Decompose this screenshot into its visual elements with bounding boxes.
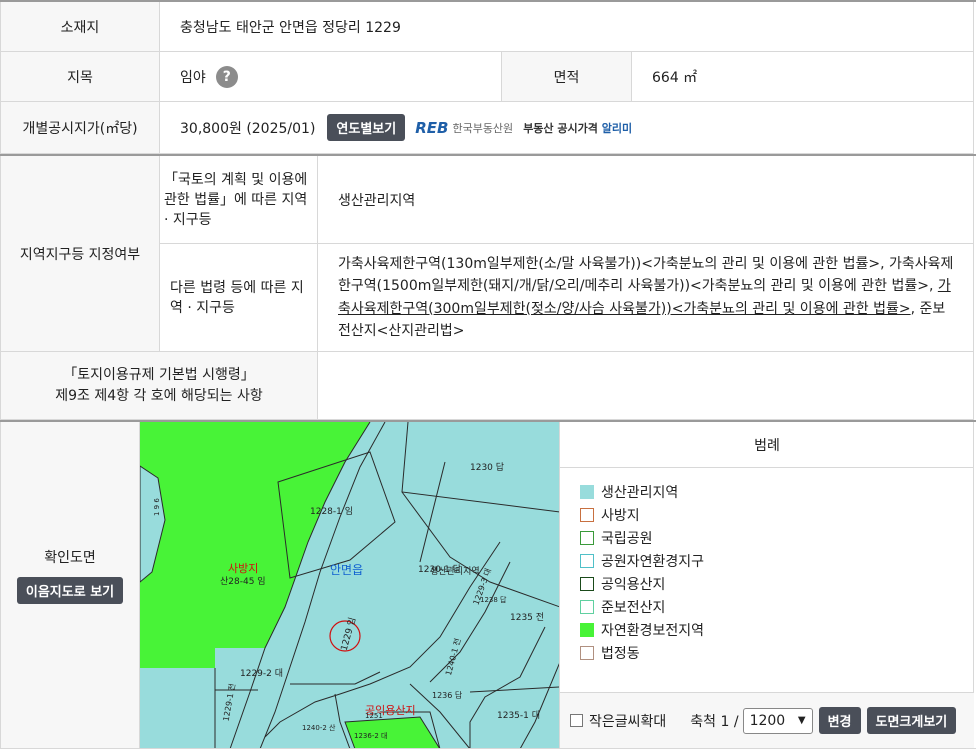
zoning-sub1-label: 「국토의 계획 및 이용에 관한 법률」에 따른 지역 · 지구등	[160, 156, 318, 244]
label-1238: 1238 답	[480, 595, 507, 604]
scale-change-button[interactable]: 변경	[818, 707, 861, 734]
price-text: 30,800원 (2025/01)	[180, 120, 316, 137]
reb-name: 한국부동산원	[452, 121, 514, 135]
legend-item: 준보전산지	[580, 595, 704, 618]
label-left-number: 1 9 6	[153, 498, 161, 516]
legend-swatch	[580, 645, 594, 660]
zoning-label-text: 지역지구등 지정여부	[19, 246, 141, 263]
legend-item: 공익용산지	[580, 572, 704, 595]
land-category-label-text: 지목	[67, 69, 93, 86]
reb-price-link[interactable]: REB 한국부동산원 부동산 공시가격 알리미	[415, 119, 632, 137]
yearly-view-button[interactable]: 연도별보기	[327, 114, 406, 141]
scale-value: 1200	[749, 712, 786, 729]
label-saengsan: 생산관리지역	[430, 566, 480, 577]
legend-title: 범례	[560, 422, 974, 468]
label-1228-1: 1228-1 임	[310, 505, 353, 517]
land-category-label: 지목	[0, 52, 160, 102]
price-value: 30,800원 (2025/01) 연도별보기 REB 한국부동산원 부동산 공…	[160, 102, 974, 154]
label-1236: 1236 답	[432, 690, 463, 700]
legend-item: 사방지	[580, 503, 704, 526]
label-anmyeon: 안면읍	[330, 563, 363, 577]
label-1240-2: 1240-2 산	[302, 723, 336, 732]
label-sabangji: 사방지	[228, 562, 258, 575]
price-label: 개별공시지가(㎡당)	[0, 102, 160, 154]
area-text: 664 ㎡	[652, 69, 698, 86]
location-label-text: 소재지	[60, 19, 100, 36]
regulation-value	[318, 352, 974, 420]
legend-item: 법정동	[580, 641, 704, 664]
reb-service-name: 부동산 공시가격 알리미	[523, 120, 632, 136]
scale-label: 축척 1 /	[690, 713, 739, 730]
cadastral-map[interactable]: 1230 답 1228-1 임 1229 임 사방지 산28-45 임 안면읍 …	[140, 422, 560, 749]
legend-swatch	[580, 553, 594, 568]
zoning-sub2-paragraph: 가축사육제한구역(130m일부제한(소/말 사육불가))<가축분뇨의 관리 및 …	[338, 253, 955, 343]
legend-swatch	[580, 484, 594, 499]
open-map-button[interactable]: 이음지도로 보기	[16, 576, 124, 604]
legend-label: 자연환경보전지역	[601, 622, 705, 639]
regulation-label-line1: 「토지이용규제 기본법 시행령」	[63, 366, 255, 383]
zoning-sub1-label-text: 「국토의 계획 및 이용에 관한 법률」에 따른 지역 · 지구등	[164, 171, 308, 228]
regulation-label: 「토지이용규제 기본법 시행령」 제9조 제4항 각 호에 해당되는 사항	[0, 352, 318, 420]
zoning-label: 지역지구등 지정여부	[0, 156, 160, 352]
legend-label: 공원자연환경지구	[601, 553, 705, 570]
location-value: 충청남도 태안군 안면읍 정당리 1229	[160, 2, 974, 52]
zoning-sub2-label-text: 다른 법령 등에 따른 지역 · 지구등	[170, 279, 304, 316]
area-label-text: 면적	[553, 69, 580, 86]
legend-label: 생산관리지역	[601, 484, 679, 501]
price-label-text: 개별공시지가(㎡당)	[22, 120, 138, 137]
legend-label: 준보전산지	[601, 599, 666, 616]
area-value: 664 ㎡	[632, 52, 974, 102]
label-1230: 1230 답	[470, 461, 504, 473]
small-text-checkbox[interactable]	[570, 714, 583, 727]
location-address: 충청남도 태안군 안면읍 정당리 1229	[180, 19, 401, 36]
zoning-sub2-label: 다른 법령 등에 따른 지역 · 지구등	[160, 244, 318, 352]
reb-service-suffix: 알리미	[601, 121, 633, 135]
legend-item: 국립공원	[580, 526, 704, 549]
legend-item: 자연환경보전지역	[580, 618, 704, 641]
legend-swatch	[580, 599, 594, 614]
legend-swatch	[580, 576, 594, 591]
help-icon[interactable]: ?	[215, 65, 238, 88]
label-1235-1: 1235-1 대	[497, 710, 540, 721]
zoning-sub2-value: 가축사육제한구역(130m일부제한(소/말 사육불가))<가축분뇨의 관리 및 …	[318, 244, 974, 352]
area-label: 면적	[502, 52, 632, 102]
small-text-label: 작은글씨확대	[589, 713, 667, 730]
legend-title-text: 범례	[754, 437, 780, 454]
zoning-sub2-text1: 가축사육제한구역(130m일부제한(소/말 사육불가))<가축분뇨의 관리 및 …	[338, 255, 954, 295]
legend-item: 생산관리지역	[580, 480, 704, 503]
zoning-sub1-value: 생산관리지역	[318, 156, 974, 244]
table-bottom-border	[0, 748, 976, 749]
left-strip-area	[140, 465, 166, 583]
zoning-sub1-text: 생산관리지역	[338, 192, 416, 209]
legend-item: 공원자연환경지구	[580, 549, 704, 572]
label-1235: 1235 전	[510, 612, 544, 623]
scale-select[interactable]: 1200 ▼	[742, 707, 813, 734]
legend-swatch	[580, 530, 594, 545]
land-category-text: 임야	[180, 69, 206, 86]
map-label: 확인도면 이음지도로 보기	[0, 422, 140, 749]
label-1229-2: 1229-2 대	[240, 668, 283, 679]
legend-label: 공익용산지	[601, 576, 666, 593]
label-28-45: 산28-45 임	[220, 575, 266, 587]
label-1236-2: 1236-2 대	[354, 732, 387, 740]
chevron-down-icon: ▼	[797, 715, 806, 726]
map-controls: 작은글씨확대 축척 1 / 1200 ▼ 변경 도면크게보기	[560, 692, 974, 748]
reb-logo-icon: REB	[415, 118, 449, 137]
legend-swatch	[580, 507, 594, 522]
reb-service-prefix: 부동산 공시가격	[523, 121, 598, 135]
label-1251: 1251	[365, 712, 383, 720]
legend-label: 국립공원	[601, 530, 653, 547]
land-use-info-page: 소재지 충청남도 태안군 안면읍 정당리 1229 지목 임야 ? 면적 664…	[0, 0, 976, 750]
legend-label: 사방지	[601, 507, 640, 524]
legend-swatch	[580, 622, 594, 637]
cadastral-map-svg: 1230 답 1228-1 임 1229 임 사방지 산28-45 임 안면읍 …	[140, 422, 559, 749]
regulation-label-line2: 제9조 제4항 각 호에 해당되는 사항	[55, 387, 263, 404]
location-label: 소재지	[0, 2, 160, 52]
enlarge-map-button[interactable]: 도면크게보기	[866, 707, 957, 734]
map-label-text: 확인도면	[44, 549, 96, 566]
legend-label: 법정동	[601, 645, 640, 662]
land-category-value: 임야 ?	[160, 52, 502, 102]
legend-list: 생산관리지역사방지국립공원공원자연환경지구공익용산지준보전산지자연환경보전지역법…	[580, 480, 704, 664]
